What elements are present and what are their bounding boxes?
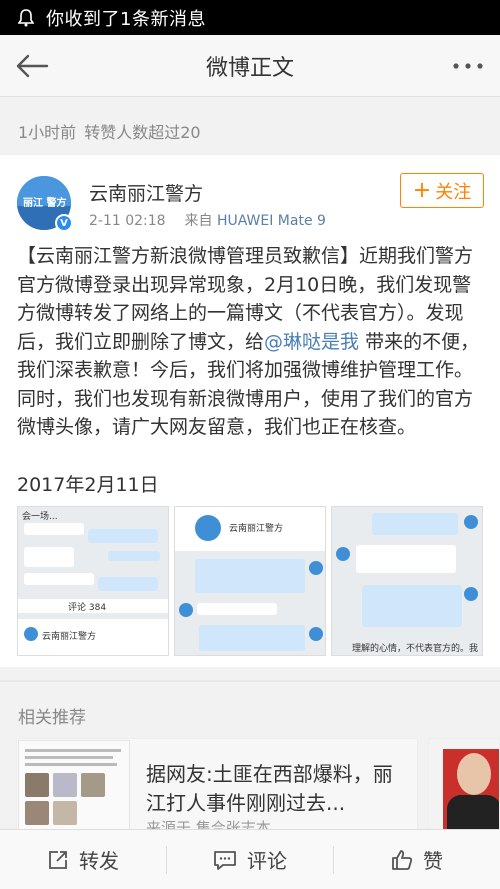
follow-label: 关注 — [435, 181, 472, 203]
related-thumbnail — [18, 740, 130, 830]
comment-button[interactable]: 评论 — [167, 830, 333, 889]
post-image-3[interactable]: 理解的心情，不代表官方的。我 — [331, 506, 483, 656]
notification-icon — [16, 8, 36, 28]
avatar-text: 丽江 警方 — [23, 198, 67, 209]
related-headline[interactable]: 据网友:土匪在西部爆料，丽江打人事件刚刚过去... — [146, 760, 406, 818]
bottom-action-bar: 转发 评论 赞 — [0, 829, 500, 889]
app-header: 微博正文 — [0, 35, 500, 97]
thumbs-up-icon — [391, 849, 413, 871]
source-prefix: 来自 — [184, 213, 213, 229]
mention-link[interactable]: @琳哒是我 — [264, 331, 359, 353]
comment-label: 评论 — [247, 849, 287, 873]
post-image-1[interactable]: 会一场... 评论 384 云南丽江警方 — [17, 506, 169, 656]
post-text: 【云南丽江警方新浪微博管理员致歉信】近期我们警方官方微博登录出现异常现象，2月1… — [17, 242, 487, 442]
repost-label: 转发 — [79, 849, 119, 873]
post-date-line: 2017年2月11日 — [17, 474, 159, 496]
page-title: 微博正文 — [205, 55, 294, 81]
image-3-caption: 理解的心情，不代表官方的。我 — [352, 644, 479, 654]
comment-icon — [213, 849, 237, 871]
notification-text: 你收到了1条新消息 — [46, 8, 206, 30]
like-button[interactable]: 赞 — [334, 830, 500, 889]
like-label: 赞 — [423, 849, 443, 873]
time-ago: 1小时前 — [18, 123, 77, 142]
repost-note: 转赞人数超过20 — [84, 123, 201, 142]
image-1-comments: 评论 384 — [68, 603, 107, 613]
related-section-title: 相关推荐 — [18, 708, 86, 728]
related-card-2[interactable] — [428, 738, 500, 830]
section-divider — [0, 680, 500, 682]
author-name[interactable]: 云南丽江警方 — [89, 179, 203, 206]
post-image-2[interactable]: 云南丽江警方 — [174, 506, 326, 656]
status-bar: 你收到了1条新消息 — [0, 0, 500, 35]
back-arrow-icon[interactable] — [12, 49, 52, 83]
image-1-label: 会一场... — [22, 512, 58, 522]
post-time: 2-11 02:18 来自 HUAWEI Mate 9 — [89, 210, 326, 230]
device-name[interactable]: HUAWEI Mate 9 — [217, 213, 326, 229]
plus-icon: + — [412, 177, 432, 203]
verified-badge-icon: V — [55, 214, 73, 232]
image-2-author: 云南丽江警方 — [229, 524, 284, 534]
image-1-author: 云南丽江警方 — [42, 632, 97, 642]
post-meta-strip: 1小时前 转赞人数超过20 — [0, 110, 500, 152]
repost-button[interactable]: 转发 — [0, 830, 166, 889]
follow-button[interactable]: + 关注 — [400, 173, 484, 208]
repost-icon — [47, 849, 69, 871]
post-timestamp: 2-11 02:18 — [89, 213, 166, 229]
more-options-icon[interactable] — [450, 53, 486, 79]
